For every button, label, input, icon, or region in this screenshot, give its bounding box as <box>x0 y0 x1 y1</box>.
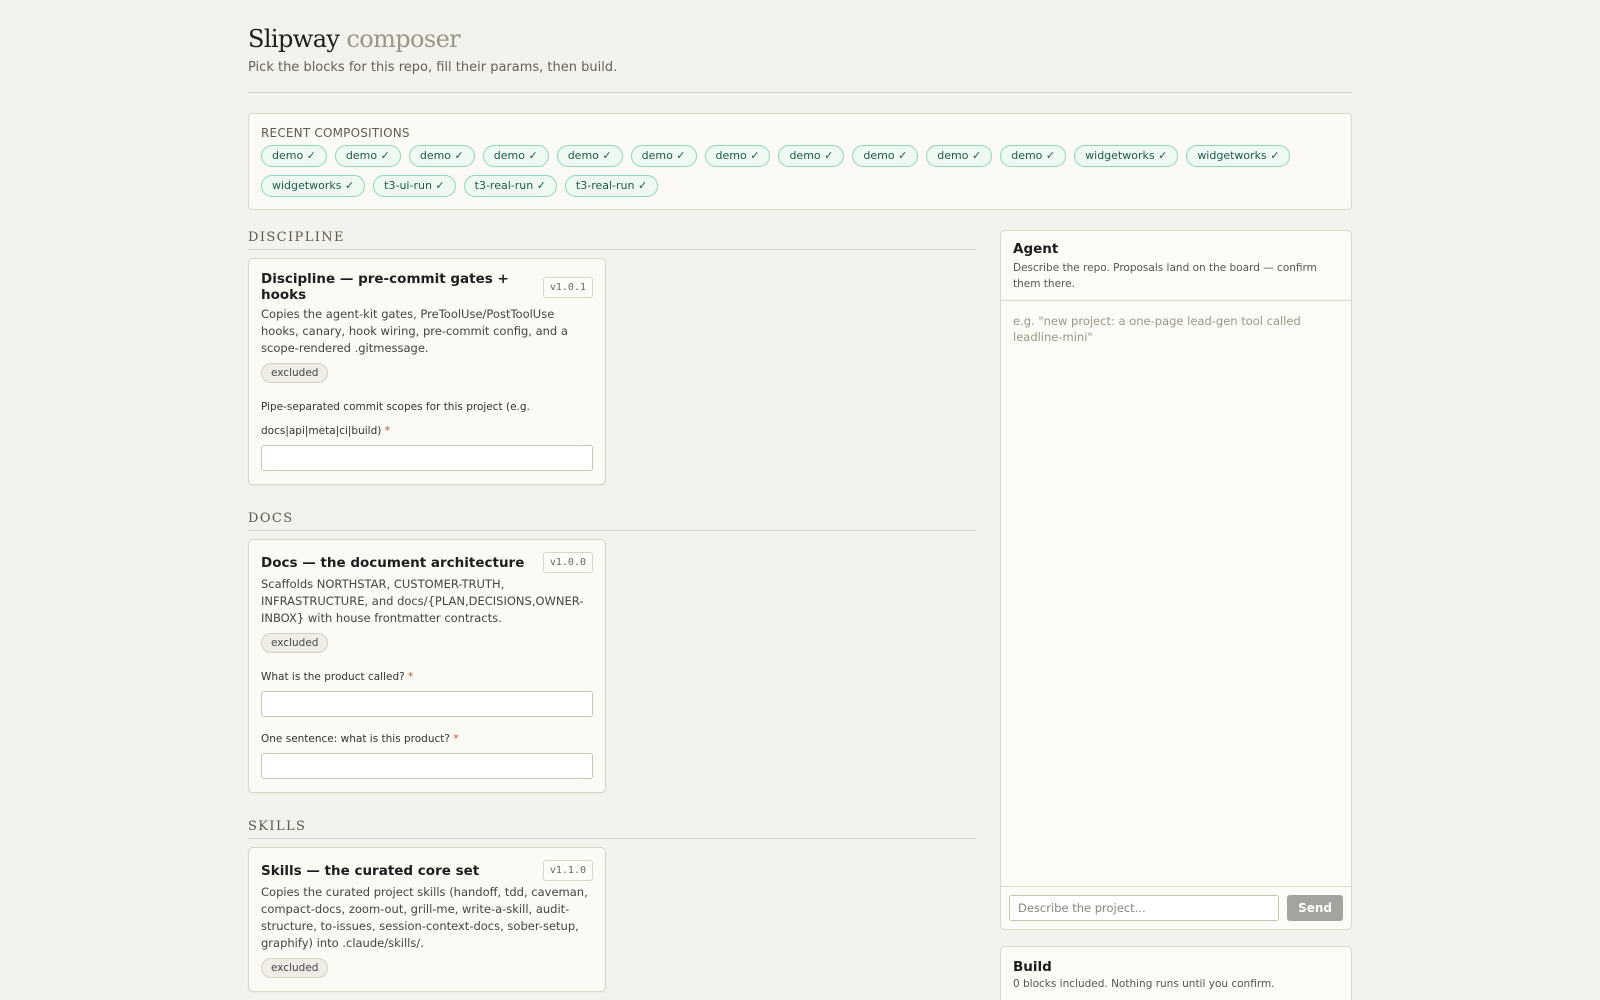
composer-page: Slipway composer Pick the blocks for thi… <box>248 0 1352 1000</box>
recent-composition-chip[interactable]: demo ✓ <box>852 145 919 167</box>
field-label: docs|api|meta|ci|build) * <box>261 419 593 443</box>
block-card-skills[interactable]: Skills — the curated core set v1.1.0 Cop… <box>248 847 606 992</box>
status-badge[interactable]: excluded <box>261 958 329 978</box>
block-description: Scaffolds NORTHSTAR, CUSTOMER-TRUTH, INF… <box>261 577 584 625</box>
block-title: Discipline — pre-commit gates + hooks <box>261 271 509 303</box>
recent-composition-chip[interactable]: t3-ui-run ✓ <box>373 175 456 197</box>
recent-composition-chip[interactable]: widgetworks ✓ <box>1186 145 1291 167</box>
section-title: DOCS <box>248 511 976 531</box>
status-badge[interactable]: excluded <box>261 633 329 653</box>
recent-compositions-panel: RECENT COMPOSITIONS demo ✓ demo ✓ demo ✓ de… <box>248 113 1352 210</box>
field-label: Pipe-separated commit scopes for this pr… <box>261 395 593 419</box>
required-marker: * <box>453 733 459 745</box>
block-card-docs[interactable]: Docs — the document architecture v1.0.0 … <box>248 539 606 793</box>
product-description-input[interactable] <box>261 753 593 779</box>
required-marker: * <box>408 671 414 683</box>
agent-title: Agent <box>1013 241 1059 257</box>
agent-panel: Agent Describe the repo. Proposals land … <box>1000 230 1352 930</box>
recent-composition-chip[interactable]: demo ✓ <box>261 145 327 167</box>
recent-composition-chip[interactable]: widgetworks ✓ <box>1074 145 1179 167</box>
recent-composition-chip[interactable]: demo ✓ <box>630 145 697 167</box>
main-area: DISCIPLINE Discipline — pre-commit gates… <box>248 230 1352 1000</box>
build-panel: Build 0 blocks included. Nothing runs un… <box>1000 946 1352 1000</box>
agent-header: Agent Describe the repo. Proposals land … <box>1001 231 1351 301</box>
block-description: Copies the curated project skills (hando… <box>261 885 588 950</box>
build-title: Build <box>1013 959 1052 975</box>
recent-composition-chip[interactable]: demo ✓ <box>704 145 771 167</box>
recent-composition-chip[interactable]: demo ✓ <box>1000 145 1067 167</box>
app-subname: composer <box>346 25 461 53</box>
recent-compositions-label: RECENT COMPOSITIONS <box>261 126 410 140</box>
section-title: DISCIPLINE <box>248 230 976 250</box>
blocks-column: DISCIPLINE Discipline — pre-commit gates… <box>248 230 976 1000</box>
sidebar-column: Agent Describe the repo. Proposals land … <box>1000 230 1352 1000</box>
recent-composition-chip[interactable]: t3-real-run ✓ <box>564 175 659 197</box>
section-discipline: DISCIPLINE Discipline — pre-commit gates… <box>248 230 976 485</box>
section-docs: DOCS Docs — the document architecture v1… <box>248 511 976 793</box>
block-title: Docs — the document architecture <box>261 554 525 571</box>
recent-composition-chip[interactable]: demo ✓ <box>926 145 993 167</box>
version-badge: v1.0.0 <box>542 552 593 573</box>
section-skills: SKILLS Skills — the curated core set v1.… <box>248 819 976 992</box>
send-button[interactable]: Send <box>1287 895 1343 921</box>
field-label-line: docs|api|meta|ci|build) <box>261 425 382 437</box>
page-header: Slipway composer Pick the blocks for thi… <box>248 22 1352 93</box>
recent-composition-chip[interactable]: demo ✓ <box>778 145 845 167</box>
status-badge[interactable]: excluded <box>261 363 329 383</box>
build-description: 0 blocks included. Nothing runs until yo… <box>1013 978 1275 990</box>
commit-scopes-input[interactable] <box>261 445 593 471</box>
page-title: Slipway composer <box>248 22 1352 56</box>
recent-compositions-list: demo ✓ demo ✓ demo ✓ demo ✓ demo ✓ demo ✓ demo… <box>261 145 1339 197</box>
recent-composition-chip[interactable]: demo ✓ <box>334 145 401 167</box>
recent-composition-chip[interactable]: demo ✓ <box>408 145 475 167</box>
block-card-discipline[interactable]: Discipline — pre-commit gates + hooks v1… <box>248 258 606 485</box>
page-subtitle: Pick the blocks for this repo, fill thei… <box>248 60 618 75</box>
recent-composition-chip[interactable]: widgetworks ✓ <box>261 175 366 197</box>
agent-description: Describe the repo. Proposals land on the… <box>1013 262 1317 290</box>
field-label-line: Pipe-separated commit scopes for this pr… <box>261 401 530 413</box>
version-badge: v1.0.1 <box>542 276 593 298</box>
agent-composer: Send <box>1001 886 1351 929</box>
product-name-input[interactable] <box>261 691 593 717</box>
required-marker: * <box>384 425 390 437</box>
recent-composition-chip[interactable]: demo ✓ <box>556 145 623 167</box>
recent-composition-chip[interactable]: demo ✓ <box>482 145 549 167</box>
version-badge: v1.1.0 <box>542 860 593 881</box>
field-label: What is the product called? * <box>261 665 593 689</box>
field-label-text: What is the product called? <box>261 671 405 683</box>
field-label-text: One sentence: what is this product? <box>261 733 450 745</box>
block-title: Skills — the curated core set <box>261 862 480 879</box>
app-name: Slipway <box>248 25 340 53</box>
block-description: Copies the agent-kit gates, PreToolUse/P… <box>261 307 568 355</box>
section-title: SKILLS <box>248 819 976 839</box>
agent-message-input[interactable] <box>1009 895 1280 921</box>
recent-composition-chip[interactable]: t3-real-run ✓ <box>463 175 557 197</box>
agent-log-placeholder: e.g. "new project: a one-page lead-gen t… <box>1013 314 1301 344</box>
field-label: One sentence: what is this product? * <box>261 727 593 751</box>
